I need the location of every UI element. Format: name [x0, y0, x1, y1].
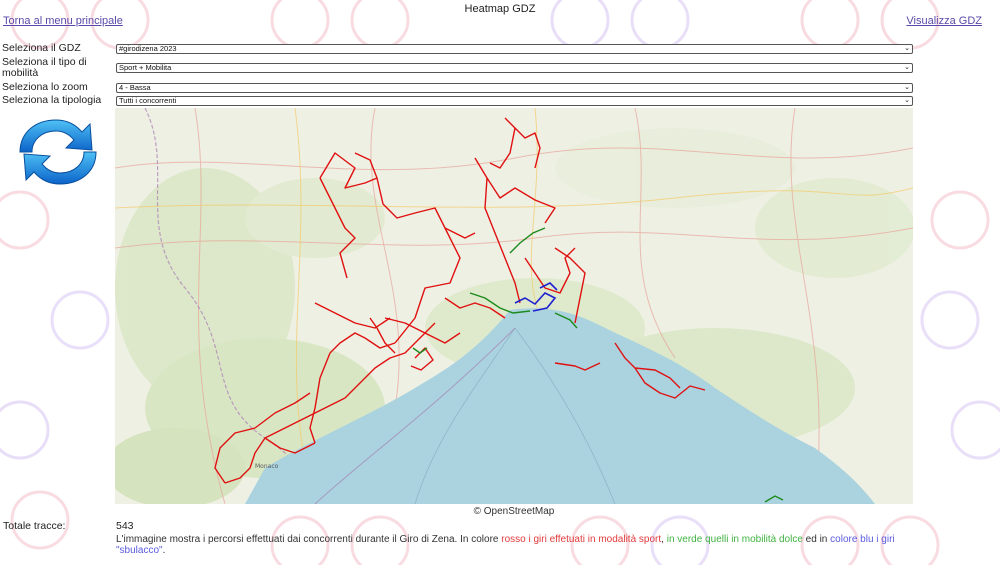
chevron-down-icon: ⌄	[904, 44, 910, 52]
map-label-monaco: Monaco	[255, 463, 279, 470]
total-tracks-label: Totale tracce:	[3, 520, 66, 532]
description-part4: .	[162, 545, 166, 556]
gdz-select-value: #girodizena 2023	[119, 43, 177, 53]
map-credit: © OpenStreetMap	[473, 506, 555, 517]
mobility-row: Seleziona il tipo di mobilità Sport + Mo…	[2, 57, 914, 79]
chevron-down-icon: ⌄	[904, 83, 910, 91]
zoom-label: Seleziona lo zoom	[2, 81, 88, 93]
mobility-select-value: Sport + Mobilita	[119, 63, 172, 72]
type-select-value: Tutti i concorrenti	[119, 95, 177, 105]
gdz-label: Seleziona il GDZ	[2, 42, 81, 54]
description-sport-text: rosso i giri effetuati in modalità sport	[501, 534, 662, 545]
description-part3: ed in	[802, 534, 831, 545]
chevron-down-icon: ⌄	[904, 64, 910, 71]
heatmap-map[interactable]: Monaco	[115, 108, 913, 504]
mobility-select[interactable]: Sport + Mobilita ⌄	[116, 63, 913, 73]
description-mobility-text: in verde quelli in mobilità dolce	[666, 534, 803, 545]
gdz-row: Seleziona il GDZ #girodizena 2023 ⌄	[2, 43, 914, 54]
back-to-menu-link[interactable]: Torna al menu principale	[3, 15, 123, 27]
map-canvas: Monaco	[115, 108, 913, 504]
mobility-label: Seleziona il tipo di mobilità	[2, 56, 87, 79]
refresh-icon[interactable]	[14, 114, 102, 190]
zoom-row: Seleziona lo zoom 4 - Bassa ⌄	[2, 82, 914, 93]
gdz-select[interactable]: #girodizena 2023 ⌄	[116, 43, 913, 54]
view-gdz-link[interactable]: Visualizza GDZ	[906, 15, 982, 27]
type-row: Seleziona la tipologia Tutti i concorren…	[2, 95, 914, 106]
type-label: Seleziona la tipologia	[2, 94, 102, 106]
description-part1: L'immagine mostra i percorsi effettuati …	[116, 534, 502, 545]
zoom-select[interactable]: 4 - Bassa ⌄	[116, 82, 913, 93]
page-title: Heatmap GDZ	[464, 3, 536, 15]
zoom-select-value: 4 - Bassa	[119, 82, 151, 92]
page: Heatmap GDZ Torna al menu principale Vis…	[0, 0, 1000, 565]
map-description: L'immagine mostra i percorsi effettuati …	[116, 534, 916, 556]
total-tracks-value: 543	[116, 520, 134, 532]
type-select[interactable]: Tutti i concorrenti ⌄	[116, 95, 913, 106]
chevron-down-icon: ⌄	[904, 96, 910, 104]
